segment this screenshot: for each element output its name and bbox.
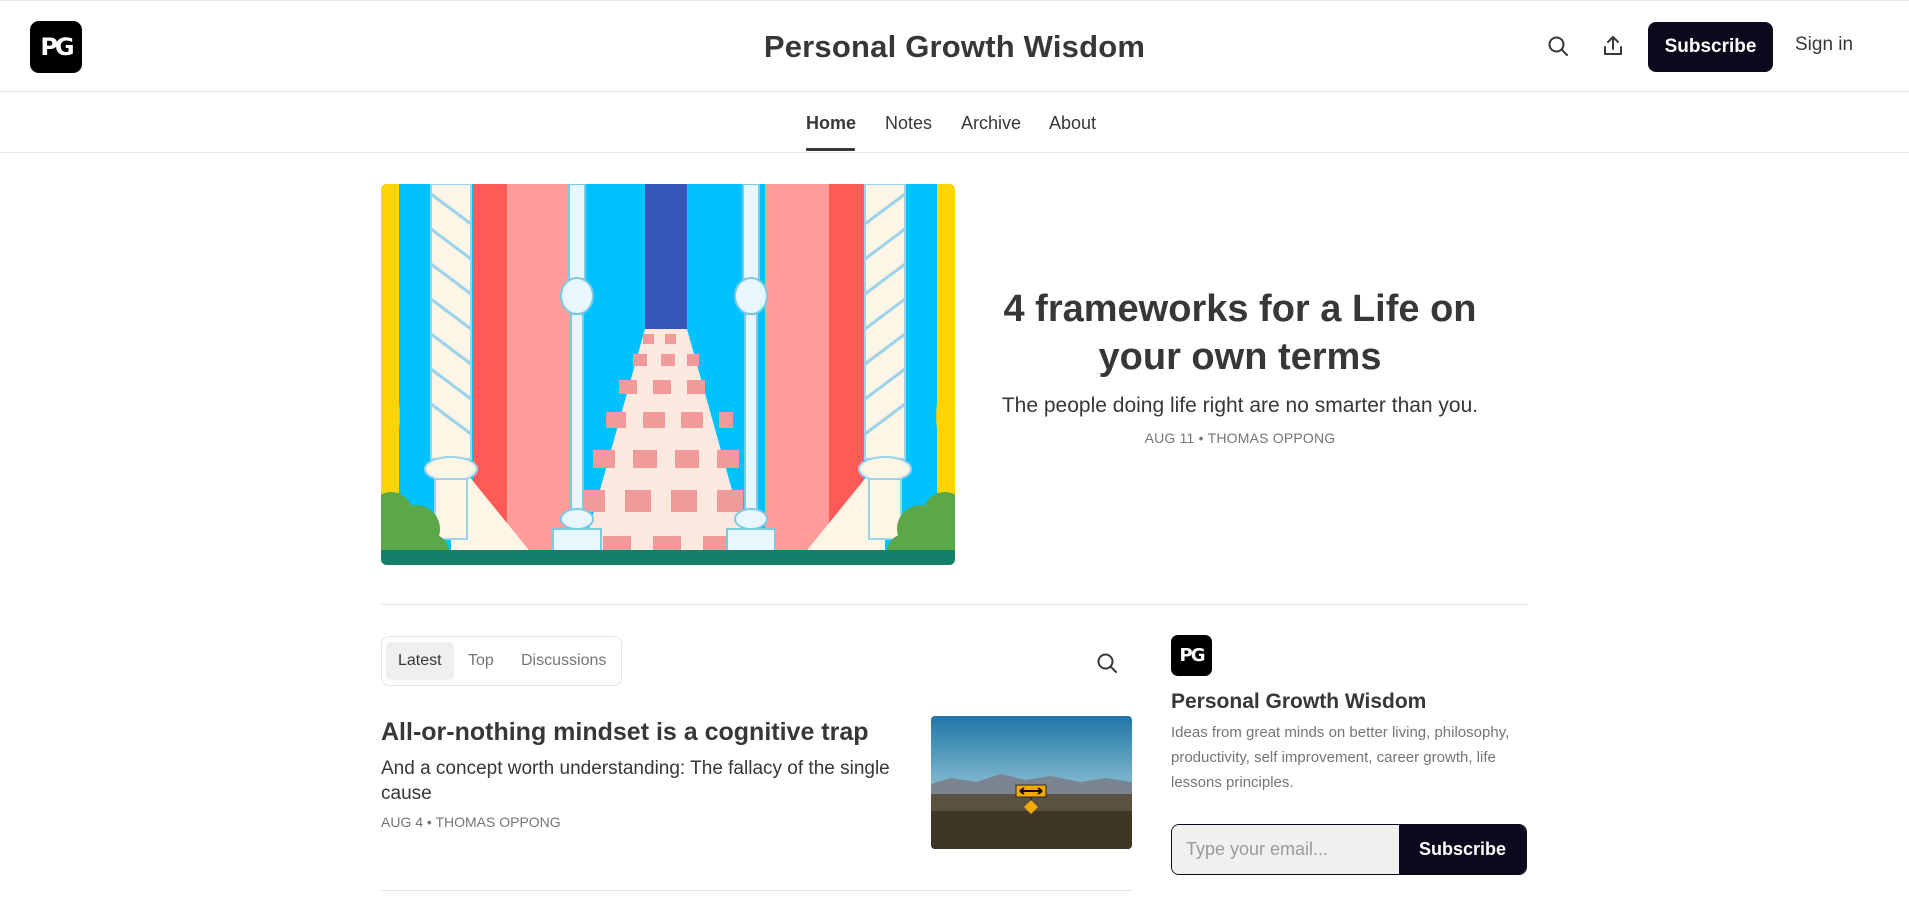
tab-top[interactable]: Top bbox=[456, 642, 506, 680]
hero-post-subtitle[interactable]: The people doing life right are no smart… bbox=[985, 394, 1495, 418]
nav-item-notes[interactable]: Notes bbox=[885, 113, 932, 134]
post-meta: AUG 4 • THOMAS OPPONG bbox=[381, 814, 561, 830]
post-title[interactable]: All-or-nothing mindset is a cognitive tr… bbox=[381, 718, 869, 747]
subscribe-form: Subscribe bbox=[1171, 824, 1527, 875]
sidebar-logo-text: PG bbox=[1179, 645, 1206, 666]
section-divider bbox=[381, 604, 1527, 605]
nav-item-archive[interactable]: Archive bbox=[961, 113, 1021, 134]
site-header: PG Personal Growth Wisdom Subscribe Sign… bbox=[0, 0, 1909, 92]
post-subtitle[interactable]: And a concept worth understanding: The f… bbox=[381, 756, 901, 806]
share-icon[interactable] bbox=[1598, 31, 1628, 61]
email-field[interactable] bbox=[1172, 825, 1399, 874]
post-thumbnail[interactable] bbox=[931, 716, 1132, 849]
sign-in-link[interactable]: Sign in bbox=[1795, 34, 1853, 56]
tab-discussions[interactable]: Discussions bbox=[509, 642, 618, 680]
feed-tabs: Latest Top Discussions bbox=[381, 636, 622, 686]
subscribe-button[interactable]: Subscribe bbox=[1648, 22, 1773, 72]
sidebar-description: Ideas from great minds on better living,… bbox=[1171, 724, 1510, 791]
sidebar-subscribe-button[interactable]: Subscribe bbox=[1399, 825, 1526, 874]
hero-post-image[interactable] bbox=[381, 184, 955, 565]
nav-bar: Home Notes Archive About bbox=[0, 92, 1909, 153]
hero-post: 4 frameworks for a Life on your own term… bbox=[985, 285, 1495, 446]
search-icon[interactable] bbox=[1092, 648, 1122, 678]
active-tab-indicator bbox=[806, 148, 855, 151]
hero-post-meta: AUG 11 • THOMAS OPPONG bbox=[1144, 430, 1336, 446]
search-icon[interactable] bbox=[1543, 31, 1573, 61]
sidebar-publication-logo[interactable]: PG bbox=[1171, 635, 1212, 676]
post-divider bbox=[381, 890, 1132, 891]
nav-item-about[interactable]: About bbox=[1049, 113, 1096, 134]
tab-latest[interactable]: Latest bbox=[386, 642, 454, 680]
nav-item-home[interactable]: Home bbox=[806, 113, 856, 134]
sidebar-title[interactable]: Personal Growth Wisdom bbox=[1171, 690, 1426, 714]
hero-post-title[interactable]: 4 frameworks for a Life on your own term… bbox=[985, 285, 1495, 381]
